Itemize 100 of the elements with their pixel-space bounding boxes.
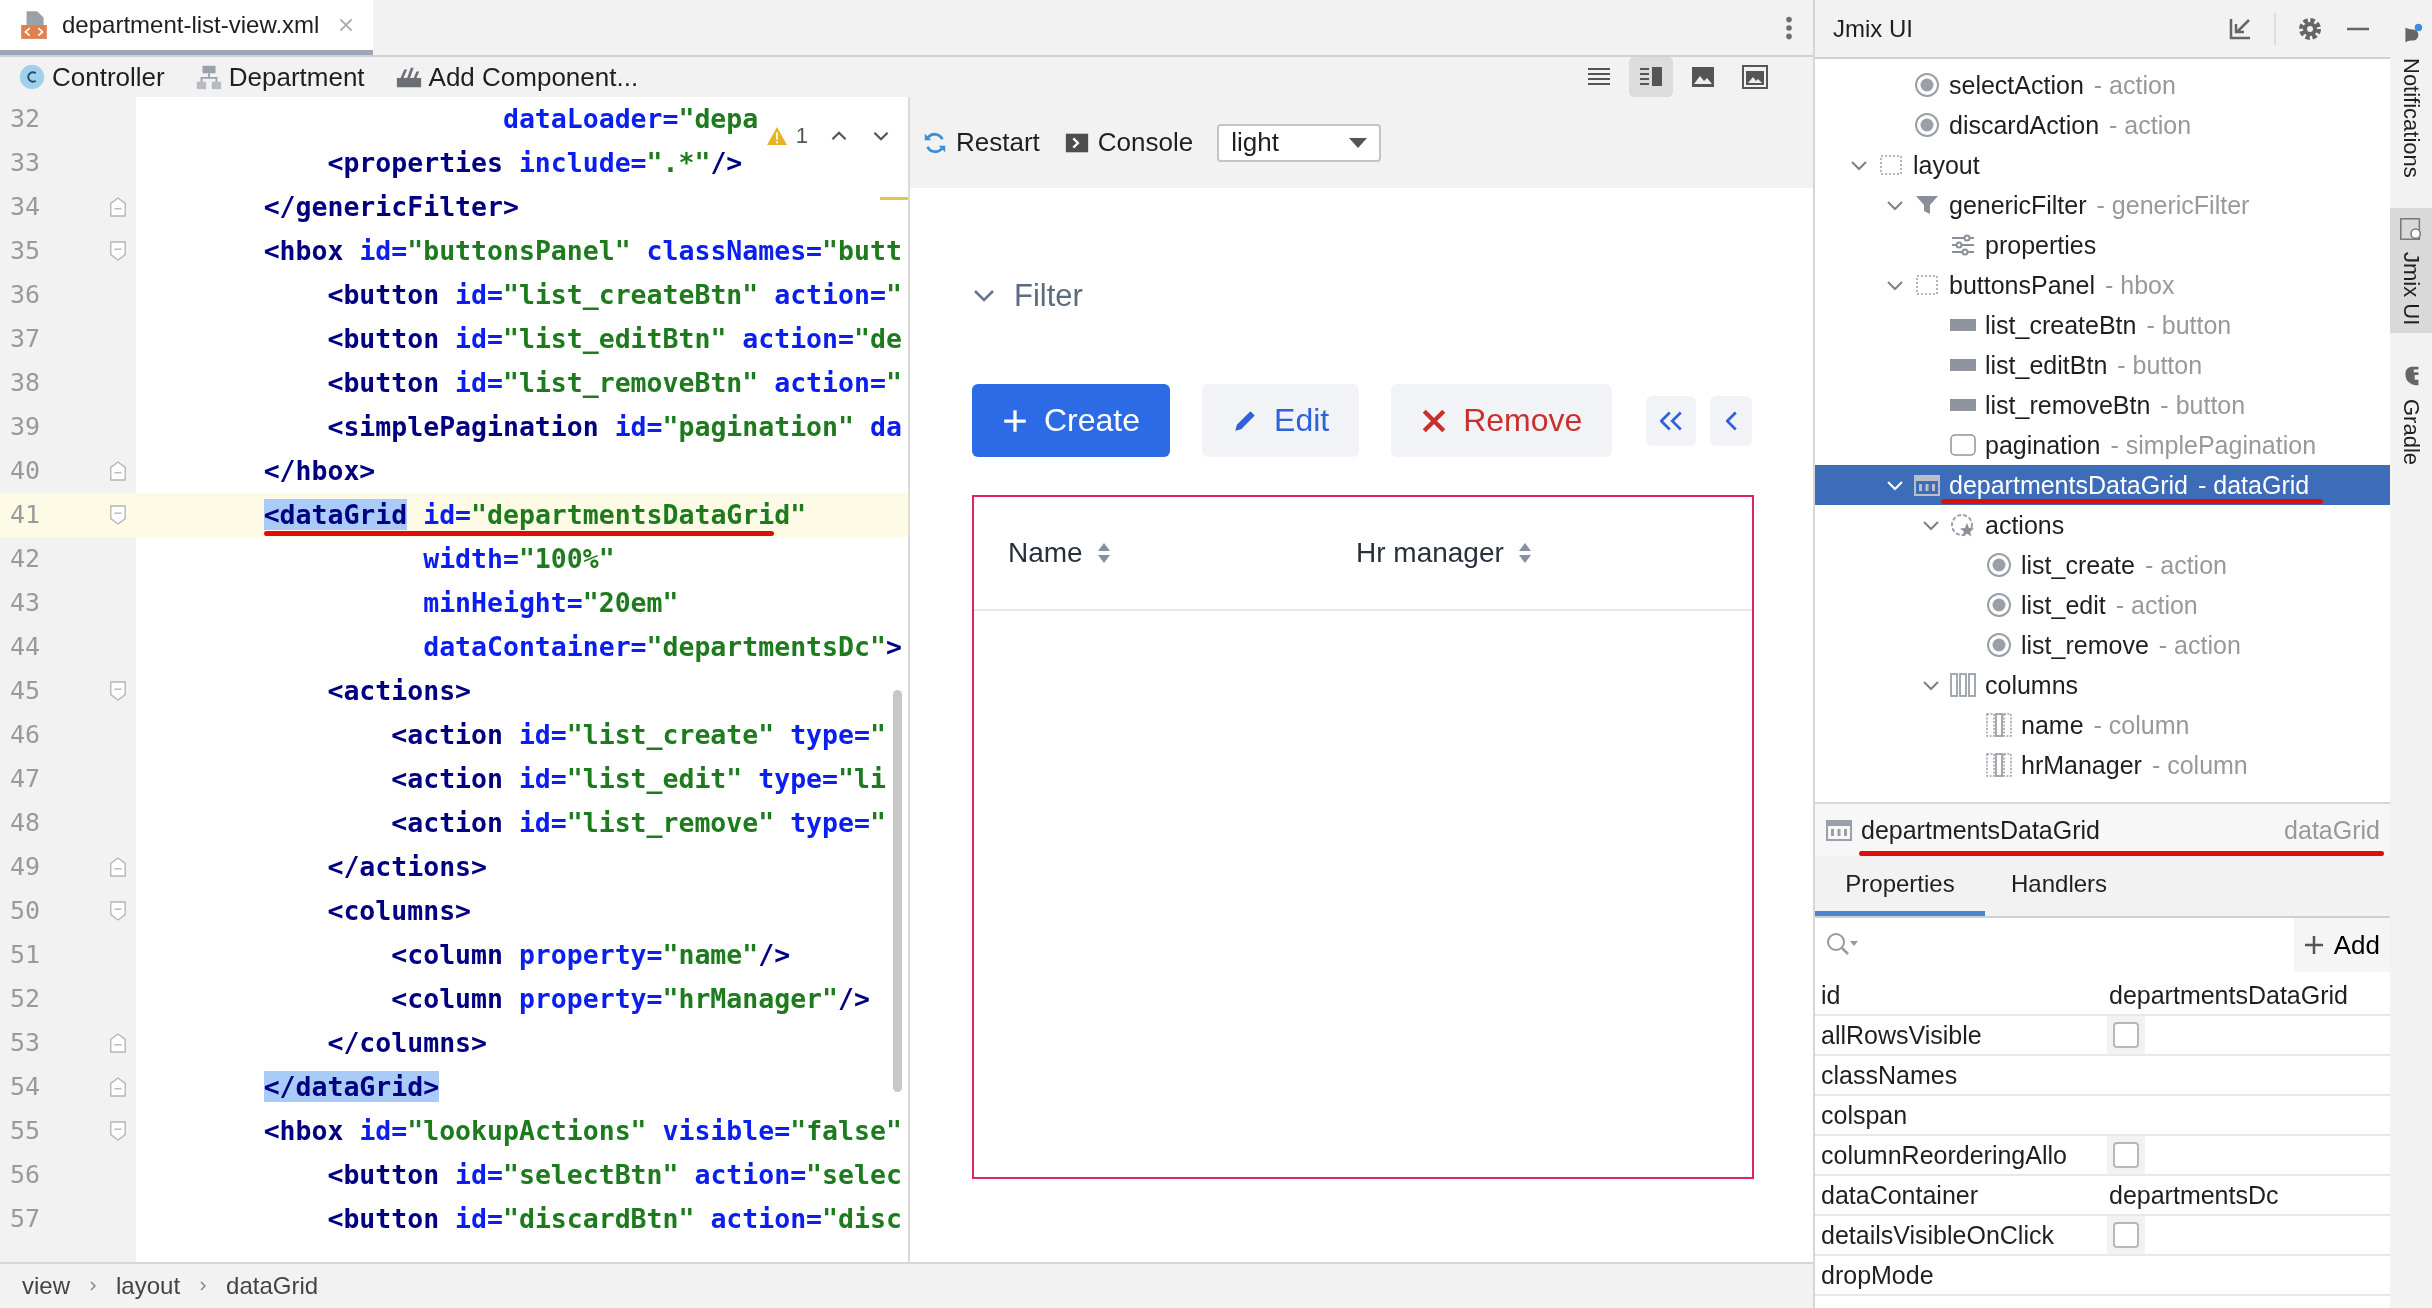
line-number: 34 (9, 191, 42, 223)
fold-marker-icon[interactable] (109, 1032, 127, 1054)
breadcrumb[interactable]: view (22, 1272, 70, 1300)
line-number: 48 (9, 807, 42, 839)
line-number: 33 (9, 147, 42, 179)
checkbox[interactable] (2113, 1022, 2139, 1048)
view-mode-button[interactable] (1629, 57, 1673, 97)
column-header[interactable]: Name (1008, 537, 1356, 569)
tree-item[interactable]: discardAction - action (1815, 105, 2390, 145)
remove-button[interactable]: Remove (1391, 384, 1613, 457)
breadcrumb[interactable]: dataGrid (226, 1272, 319, 1300)
toolbar-button[interactable]: Department (194, 61, 365, 93)
tree-item[interactable]: layout (1815, 145, 2390, 185)
rounded-box-icon (1949, 431, 1977, 459)
line-number: 55 (9, 1115, 42, 1147)
tree-item[interactable]: list_removeBtn - button (1815, 385, 2390, 425)
side-tab[interactable]: Jmix UI (2390, 207, 2432, 334)
code-line: </actions> (326, 850, 487, 884)
radio-icon (1985, 551, 2013, 579)
line-number: 57 (9, 1203, 42, 1235)
line-number: 47 (9, 763, 42, 795)
tree-item[interactable]: list_createBtn - button (1815, 305, 2390, 345)
code-line: </hbox> (262, 454, 376, 488)
tree-item[interactable]: list_edit - action (1815, 585, 2390, 625)
fold-marker-icon[interactable] (109, 856, 127, 878)
toolbar-button[interactable]: Controller (18, 61, 165, 93)
window-gear-icon (2398, 215, 2424, 242)
scrollbar[interactable] (893, 690, 902, 1092)
code-line: <button id="list_createBtn" action=" (326, 278, 902, 312)
line-number: 44 (9, 631, 42, 663)
tree-item[interactable]: name - column (1815, 705, 2390, 745)
property-name: id (1820, 980, 1842, 1010)
xml-file-icon (18, 9, 50, 41)
gear-star-icon (1949, 511, 1977, 539)
fold-marker-icon[interactable] (109, 460, 127, 482)
framed-image-icon (1741, 63, 1769, 91)
line-number: 41 (9, 499, 42, 531)
line-number: 54 (9, 1071, 42, 1103)
line-number: 36 (9, 279, 42, 311)
code-line: <column property="name"/> (390, 938, 791, 972)
side-tab[interactable]: Gradle (2390, 355, 2432, 474)
code-line: <columns> (326, 894, 472, 928)
property-name: dataContainer (1820, 1180, 1980, 1210)
tree-item[interactable]: list_remove - action (1815, 625, 2390, 665)
search-field[interactable] (1815, 918, 2294, 972)
property-name: classNames (1820, 1060, 1959, 1090)
tree-item[interactable]: columns (1815, 665, 2390, 705)
restart-button[interactable]: Restart (922, 127, 1040, 158)
console-button[interactable]: Console (1063, 127, 1194, 158)
side-tab[interactable]: Notifications (2390, 14, 2432, 186)
tree-item[interactable]: buttonsPanel - hbox (1815, 265, 2390, 305)
tree-item[interactable]: selectAction - action (1815, 65, 2390, 105)
fold-marker-icon[interactable] (109, 900, 127, 922)
warning-icon (765, 126, 788, 146)
fold-marker-icon[interactable] (109, 240, 127, 262)
fold-marker-icon[interactable] (109, 1076, 127, 1098)
class-c-icon (18, 63, 46, 91)
tree-item[interactable]: hrManager - column (1815, 745, 2390, 785)
component-type: dataGrid (2284, 815, 2380, 845)
plus-icon (1002, 407, 1028, 434)
code-line: <button id="selectBtn" action="selec (326, 1158, 902, 1192)
line-number: 42 (9, 543, 42, 575)
tree-item[interactable]: properties (1815, 225, 2390, 265)
property-name: dropMode (1820, 1260, 1935, 1290)
code-line: </genericFilter> (262, 190, 519, 224)
theme-dropdown[interactable]: light (1217, 123, 1382, 162)
column-header[interactable]: Hr manager (1356, 537, 1704, 569)
breadcrumb[interactable]: layout (116, 1272, 181, 1300)
line-number: 38 (9, 367, 42, 399)
chevron-down-icon (972, 288, 996, 304)
double-chevron-left-icon (1660, 410, 1683, 431)
tree-item[interactable]: genericFilter - genericFilter (1815, 185, 2390, 225)
file-tab[interactable]: department-list-view.xml (0, 0, 374, 55)
checkbox[interactable] (2113, 1222, 2139, 1248)
tree-item[interactable]: pagination - simplePagination (1815, 425, 2390, 465)
checkbox[interactable] (2113, 1142, 2139, 1168)
tree-item[interactable]: departmentsDataGrid - dataGrid (1815, 465, 2390, 505)
create-button[interactable]: Create (972, 384, 1171, 457)
tree-item[interactable]: list_editBtn - button (1815, 345, 2390, 385)
tab[interactable]: Handlers (1985, 856, 2134, 916)
property-value[interactable]: departmentsDataGrid (2107, 980, 2348, 1010)
fold-marker-icon[interactable] (109, 1120, 127, 1142)
line-number: 50 (9, 895, 42, 927)
first-page-button[interactable] (1646, 395, 1697, 446)
fold-marker-icon[interactable] (109, 680, 127, 702)
sort-icon (1517, 541, 1532, 565)
property-name: detailsVisibleOnClick (1820, 1220, 2055, 1250)
filter-toggle[interactable]: Filter (972, 278, 1083, 314)
toolbar-button[interactable]: Add Component... (394, 61, 639, 93)
fold-marker-icon[interactable] (109, 196, 127, 218)
tree-item[interactable]: list_create - action (1815, 545, 2390, 585)
plus-icon (2303, 935, 2324, 955)
previous-page-button[interactable] (1710, 395, 1753, 446)
line-number: 53 (9, 1027, 42, 1059)
edit-button[interactable]: Edit (1202, 384, 1360, 457)
tree-item[interactable]: actions (1815, 505, 2390, 545)
line-number: 37 (9, 323, 42, 355)
line-number: 56 (9, 1159, 42, 1191)
property-value[interactable]: departmentsDc (2107, 1180, 2279, 1210)
fold-marker-icon[interactable] (109, 504, 127, 526)
